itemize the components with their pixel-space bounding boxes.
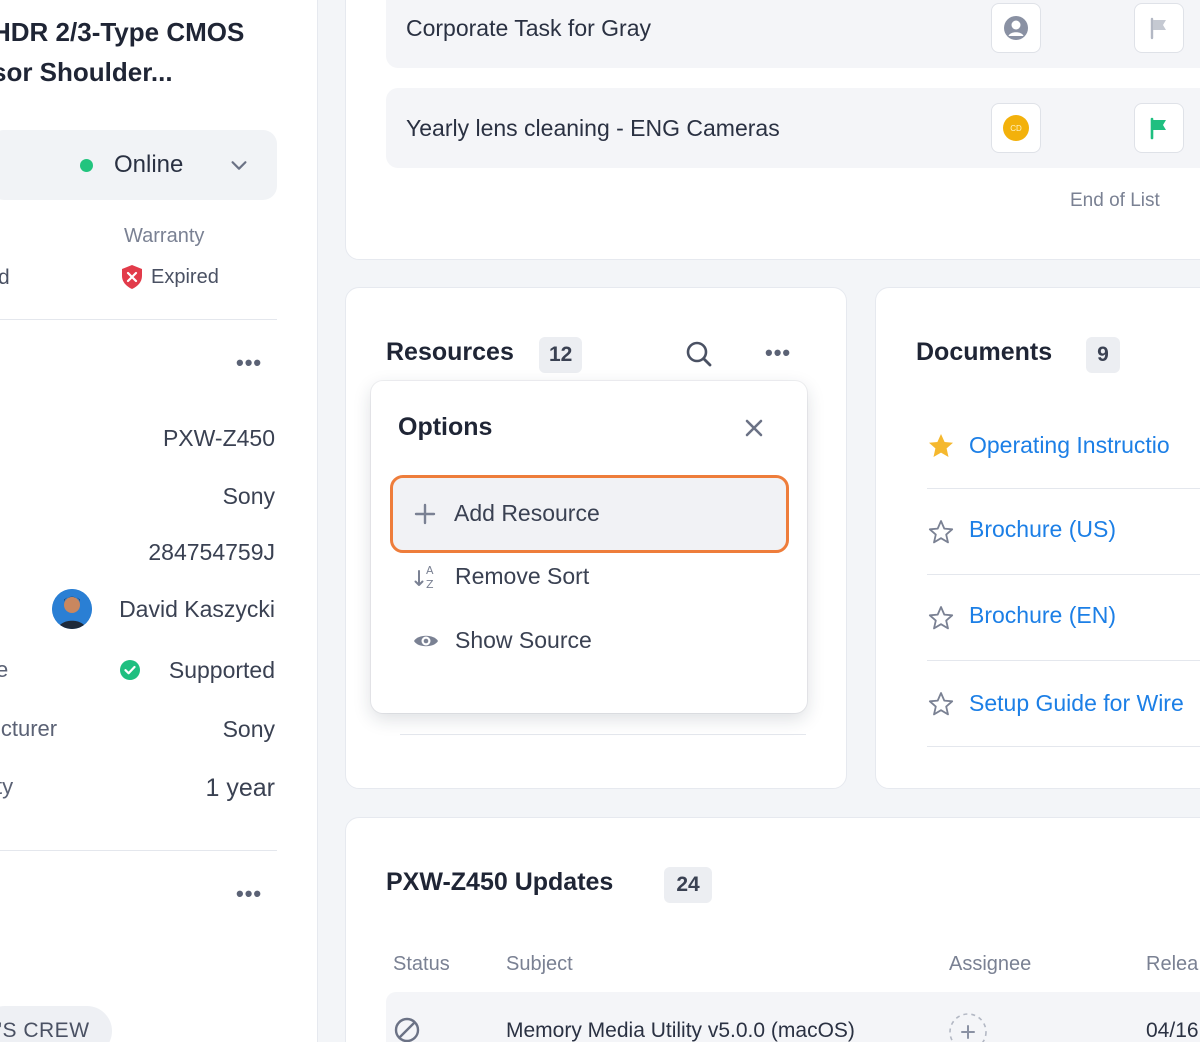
star-outline-icon[interactable]: [927, 604, 955, 632]
divider: [0, 850, 277, 851]
plus-icon: [414, 503, 436, 525]
crew-tag[interactable]: 'S CREW: [0, 1006, 112, 1042]
support-label: e: [0, 657, 8, 683]
column-header-assignee[interactable]: Assignee: [949, 953, 1031, 976]
eye-icon: [414, 635, 438, 647]
assignee-button[interactable]: [991, 3, 1041, 53]
documents-count-badge: 9: [1086, 337, 1120, 373]
warranty-status: Expired: [151, 266, 219, 288]
chevron-down-icon: [231, 161, 247, 170]
assignee-button[interactable]: CD: [991, 103, 1041, 153]
document-item[interactable]: Brochure (US): [927, 489, 1200, 575]
more-options-icon[interactable]: •••: [765, 340, 791, 366]
popover-title: Options: [398, 413, 493, 441]
options-popover: Options Add Resource A Z Remove Sort Sho…: [371, 381, 807, 713]
shield-x-icon: [122, 265, 142, 289]
resources-count-badge: 12: [539, 337, 583, 373]
assignee-avatar: CD: [1003, 115, 1029, 141]
menu-item-label: Show Source: [455, 627, 592, 653]
task-row[interactable]: Yearly lens cleaning - ENG Cameras CD: [386, 88, 1200, 168]
asset-details-panel: HDR 2/3-Type CMOS sor Shoulder... Online…: [0, 0, 318, 1042]
menu-item-remove-sort[interactable]: A Z Remove Sort: [394, 544, 784, 612]
document-link[interactable]: Operating Instructio: [969, 432, 1170, 459]
add-assignee-icon[interactable]: [948, 1012, 988, 1042]
column-header-subject[interactable]: Subject: [506, 953, 573, 976]
document-item[interactable]: Operating Instructio: [927, 403, 1200, 489]
manufacturer-label: icturer: [0, 716, 58, 741]
menu-item-label: Remove Sort: [455, 563, 590, 589]
serial-value: 284754759J: [148, 539, 275, 565]
document-item[interactable]: Setup Guide for Wire: [927, 661, 1200, 747]
document-link[interactable]: Brochure (US): [969, 516, 1116, 543]
end-of-list-text: End of List: [1070, 190, 1160, 211]
warranty-label: Warranty: [124, 225, 205, 247]
asset-title-line-2: sor Shoulder...: [0, 57, 173, 87]
cut-off-label: d: [0, 266, 10, 290]
search-icon[interactable]: [684, 339, 714, 369]
menu-item-label: Add Resource: [454, 500, 600, 526]
asset-title: HDR 2/3-Type CMOS sor Shoulder...: [0, 12, 300, 92]
more-options-icon[interactable]: •••: [236, 881, 262, 907]
star-outline-icon[interactable]: [927, 690, 955, 718]
star-filled-icon[interactable]: [927, 432, 955, 460]
svg-text:A: A: [426, 564, 434, 577]
owner-name[interactable]: David Kaszycki: [119, 596, 275, 623]
release-date: 04/16: [1146, 1019, 1199, 1042]
task-title: Yearly lens cleaning - ENG Cameras: [406, 115, 780, 141]
user-icon: [1004, 16, 1028, 40]
divider: [0, 319, 277, 320]
document-link[interactable]: Brochure (EN): [969, 602, 1116, 629]
menu-item-add-resource[interactable]: Add Resource: [390, 475, 789, 553]
status-value: Online: [114, 151, 184, 178]
flag-icon: [1150, 117, 1166, 140]
updates-title: PXW-Z450 Updates: [386, 868, 614, 896]
column-header-status[interactable]: Status: [393, 953, 450, 976]
sort-az-icon: A Z: [414, 564, 434, 591]
column-header-release[interactable]: Relea: [1146, 953, 1198, 976]
task-title: Corporate Task for Gray: [406, 15, 652, 41]
update-subject[interactable]: Memory Media Utility v5.0.0 (macOS): [506, 1019, 855, 1042]
document-item[interactable]: Brochure (EN): [927, 575, 1200, 661]
warranty-term-value: 1 year: [205, 774, 275, 802]
status-select[interactable]: Online: [0, 130, 277, 200]
menu-item-show-source[interactable]: Show Source: [394, 607, 784, 675]
close-icon[interactable]: [741, 415, 767, 441]
more-options-icon[interactable]: •••: [236, 350, 262, 376]
blocked-status-icon: [394, 1017, 420, 1042]
check-circle-icon: [120, 660, 140, 680]
flag-button[interactable]: [1134, 3, 1184, 53]
status-online-dot: [80, 159, 93, 172]
model-value: PXW-Z450: [162, 425, 275, 451]
documents-title: Documents: [916, 338, 1053, 366]
manufacturer-value: Sony: [222, 716, 275, 742]
avatar: [52, 589, 92, 629]
resources-title: Resources: [386, 338, 514, 366]
flag-button[interactable]: [1134, 103, 1184, 153]
brand-value: Sony: [222, 483, 275, 509]
warranty-term-label: ty: [0, 774, 14, 799]
updates-count-badge: 24: [664, 867, 712, 903]
svg-text:Z: Z: [426, 578, 434, 591]
star-outline-icon[interactable]: [927, 518, 955, 546]
flag-icon: [1150, 17, 1166, 40]
table-row[interactable]: Memory Media Utility v5.0.0 (macOS) 04/1…: [386, 992, 1200, 1042]
asset-title-line-1: HDR 2/3-Type CMOS: [0, 17, 245, 47]
support-value: Supported: [168, 657, 275, 683]
divider: [400, 734, 806, 735]
task-row[interactable]: Corporate Task for Gray: [386, 0, 1200, 68]
document-link[interactable]: Setup Guide for Wire: [969, 690, 1184, 717]
